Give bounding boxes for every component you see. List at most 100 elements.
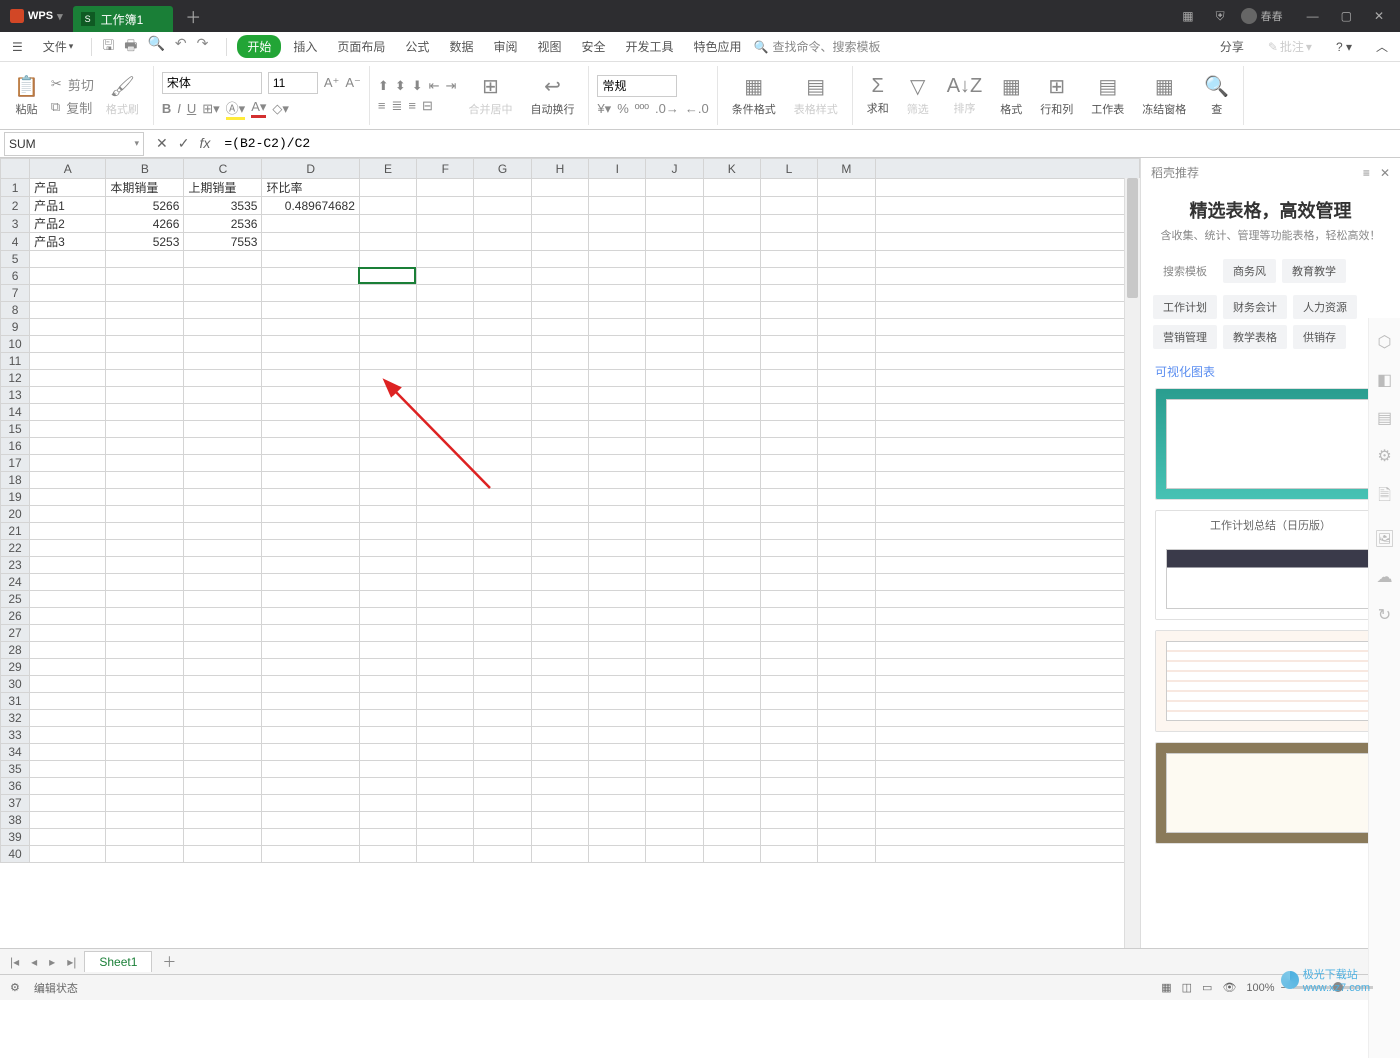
cell-I16[interactable] bbox=[589, 438, 646, 455]
cell-F18[interactable] bbox=[417, 472, 474, 489]
cell-E32[interactable] bbox=[359, 710, 416, 727]
font-name-select[interactable] bbox=[162, 72, 262, 94]
cell-C27[interactable] bbox=[184, 625, 262, 642]
cell-B6[interactable] bbox=[106, 268, 184, 285]
menu-dev[interactable]: 开发工具 bbox=[618, 34, 682, 59]
cell-A6[interactable] bbox=[30, 268, 106, 285]
cell-F4[interactable] bbox=[417, 233, 474, 251]
cell-H23[interactable] bbox=[531, 557, 588, 574]
cell-B40[interactable] bbox=[106, 846, 184, 863]
cell-H10[interactable] bbox=[531, 336, 588, 353]
preview-icon[interactable]: 🔍 bbox=[147, 35, 164, 59]
cell-F19[interactable] bbox=[417, 489, 474, 506]
cell-A36[interactable] bbox=[30, 778, 106, 795]
cell-C35[interactable] bbox=[184, 761, 262, 778]
cell-F7[interactable] bbox=[417, 285, 474, 302]
cell-E12[interactable] bbox=[359, 370, 416, 387]
row-header-23[interactable]: 23 bbox=[1, 557, 30, 574]
cell-A16[interactable] bbox=[30, 438, 106, 455]
cell-F34[interactable] bbox=[417, 744, 474, 761]
col-header-I[interactable]: I bbox=[589, 159, 646, 179]
rowcol-button[interactable]: ⊞行和列 bbox=[1034, 72, 1079, 119]
row-header-7[interactable]: 7 bbox=[1, 285, 30, 302]
font-size-select[interactable] bbox=[268, 72, 318, 94]
cell-A8[interactable] bbox=[30, 302, 106, 319]
cell-J38[interactable] bbox=[646, 812, 703, 829]
cell-J37[interactable] bbox=[646, 795, 703, 812]
cell-B18[interactable] bbox=[106, 472, 184, 489]
cell-M13[interactable] bbox=[818, 387, 875, 404]
cell-C3[interactable]: 2536 bbox=[184, 215, 262, 233]
cell-M29[interactable] bbox=[818, 659, 875, 676]
cell-E33[interactable] bbox=[359, 727, 416, 744]
cell-D6[interactable] bbox=[262, 268, 359, 285]
cell-A24[interactable] bbox=[30, 574, 106, 591]
cell-I12[interactable] bbox=[589, 370, 646, 387]
cell-J2[interactable] bbox=[646, 197, 703, 215]
cell-H35[interactable] bbox=[531, 761, 588, 778]
cell-A34[interactable] bbox=[30, 744, 106, 761]
cell-L33[interactable] bbox=[760, 727, 817, 744]
cell-M23[interactable] bbox=[818, 557, 875, 574]
cell-B4[interactable]: 5253 bbox=[106, 233, 184, 251]
cell-J8[interactable] bbox=[646, 302, 703, 319]
cell-I27[interactable] bbox=[589, 625, 646, 642]
row-header-40[interactable]: 40 bbox=[1, 846, 30, 863]
cell-F39[interactable] bbox=[417, 829, 474, 846]
cell-A21[interactable] bbox=[30, 523, 106, 540]
cell-A31[interactable] bbox=[30, 693, 106, 710]
cell-E24[interactable] bbox=[359, 574, 416, 591]
number-format-select[interactable] bbox=[597, 75, 677, 97]
format-button[interactable]: ▦格式 bbox=[994, 72, 1028, 119]
cell-L23[interactable] bbox=[760, 557, 817, 574]
cell-E3[interactable] bbox=[359, 215, 416, 233]
align-bottom-icon[interactable]: ⬇ bbox=[412, 78, 423, 94]
cell-I34[interactable] bbox=[589, 744, 646, 761]
cell-F5[interactable] bbox=[417, 251, 474, 268]
cell-L36[interactable] bbox=[760, 778, 817, 795]
cell-I15[interactable] bbox=[589, 421, 646, 438]
cell-D34[interactable] bbox=[262, 744, 359, 761]
cell-H14[interactable] bbox=[531, 404, 588, 421]
cell-G12[interactable] bbox=[474, 370, 531, 387]
cell-B13[interactable] bbox=[106, 387, 184, 404]
row-header-15[interactable]: 15 bbox=[1, 421, 30, 438]
row-header-17[interactable]: 17 bbox=[1, 455, 30, 472]
cell-B23[interactable] bbox=[106, 557, 184, 574]
cell-J16[interactable] bbox=[646, 438, 703, 455]
row-header-8[interactable]: 8 bbox=[1, 302, 30, 319]
cell-M10[interactable] bbox=[818, 336, 875, 353]
row-header-37[interactable]: 37 bbox=[1, 795, 30, 812]
cell-M8[interactable] bbox=[818, 302, 875, 319]
formula-input[interactable] bbox=[218, 132, 1400, 156]
cell-B8[interactable] bbox=[106, 302, 184, 319]
sum-button[interactable]: Σ求和 bbox=[861, 73, 895, 118]
cell-H38[interactable] bbox=[531, 812, 588, 829]
cell-L9[interactable] bbox=[760, 319, 817, 336]
cell-D32[interactable] bbox=[262, 710, 359, 727]
cell-H11[interactable] bbox=[531, 353, 588, 370]
align-middle-icon[interactable]: ⬍ bbox=[395, 78, 406, 94]
tag-商务风[interactable]: 商务风 bbox=[1223, 259, 1276, 283]
row-header-28[interactable]: 28 bbox=[1, 642, 30, 659]
format-painter-button[interactable]: 🖌 格式刷 bbox=[100, 72, 145, 119]
cell-F35[interactable] bbox=[417, 761, 474, 778]
cell-L39[interactable] bbox=[760, 829, 817, 846]
cell-G37[interactable] bbox=[474, 795, 531, 812]
cell-G32[interactable] bbox=[474, 710, 531, 727]
cell-K23[interactable] bbox=[703, 557, 760, 574]
cell-C5[interactable] bbox=[184, 251, 262, 268]
cell-B30[interactable] bbox=[106, 676, 184, 693]
maximize-button[interactable]: ▢ bbox=[1335, 7, 1358, 25]
cell-F21[interactable] bbox=[417, 523, 474, 540]
border-button[interactable]: ⊞▾ bbox=[202, 101, 219, 117]
underline-button[interactable]: U bbox=[187, 101, 196, 116]
cell-G17[interactable] bbox=[474, 455, 531, 472]
cell-D35[interactable] bbox=[262, 761, 359, 778]
decrease-decimal-icon[interactable]: ←.0 bbox=[685, 101, 709, 116]
cell-F6[interactable] bbox=[417, 268, 474, 285]
cell-J11[interactable] bbox=[646, 353, 703, 370]
paste-button[interactable]: 📋 粘贴 bbox=[8, 72, 45, 119]
rail-pane-icon[interactable]: ◧ bbox=[1377, 370, 1392, 390]
cell-C39[interactable] bbox=[184, 829, 262, 846]
